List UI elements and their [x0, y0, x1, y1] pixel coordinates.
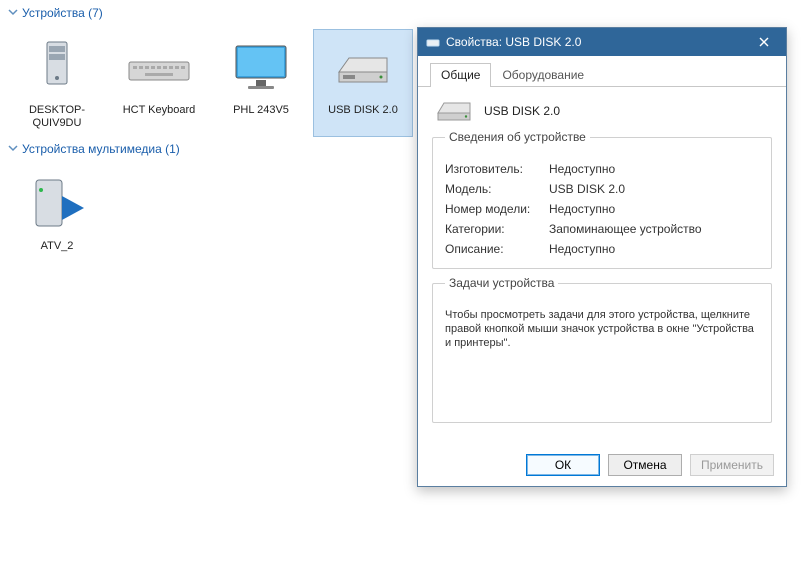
chevron-down-icon — [8, 6, 18, 20]
device-monitor[interactable]: PHL 243V5 — [212, 30, 310, 136]
section-devices-header[interactable]: Устройства (7) — [0, 0, 802, 24]
prop-key: Изготовитель: — [445, 162, 549, 176]
device-label: PHL 243V5 — [212, 104, 310, 117]
device-label: ATV_2 — [8, 240, 106, 253]
device-label: USB DISK 2.0 — [314, 104, 412, 117]
apply-button[interactable]: Применить — [690, 454, 774, 476]
close-button[interactable] — [742, 28, 786, 56]
device-tasks-legend: Задачи устройства — [445, 276, 558, 290]
device-pc[interactable]: DESKTOP-QUIV9DU — [8, 30, 106, 136]
dialog-title: Свойства: USB DISK 2.0 — [446, 35, 742, 49]
hard-drive-icon — [314, 36, 412, 100]
device-label: DESKTOP-QUIV9DU — [8, 104, 106, 130]
keyboard-icon — [110, 36, 208, 100]
pc-icon — [8, 36, 106, 100]
tab-general[interactable]: Общие — [430, 63, 491, 87]
prop-val: USB DISK 2.0 — [549, 182, 625, 196]
device-info-group: Сведения об устройстве Изготовитель:Недо… — [432, 137, 772, 269]
monitor-icon — [212, 36, 310, 100]
ok-button[interactable]: ОК — [526, 454, 600, 476]
prop-val: Недоступно — [549, 242, 615, 256]
close-icon — [759, 37, 769, 47]
prop-val: Недоступно — [549, 162, 615, 176]
device-tasks-group: Задачи устройства Чтобы просмотреть зада… — [432, 283, 772, 423]
device-info-legend: Сведения об устройстве — [445, 130, 590, 144]
prop-key: Категории: — [445, 222, 549, 236]
hard-drive-icon — [436, 99, 472, 123]
device-tasks-text: Чтобы просмотреть задачи для этого устро… — [445, 308, 759, 350]
section-multimedia-title: Устройства мультимедиа (1) — [22, 142, 180, 156]
device-label: HCT Keyboard — [110, 104, 208, 117]
device-keyboard[interactable]: HCT Keyboard — [110, 30, 208, 136]
prop-val: Недоступно — [549, 202, 615, 216]
dialog-titlebar[interactable]: Свойства: USB DISK 2.0 — [418, 28, 786, 56]
chevron-down-icon — [8, 142, 18, 156]
properties-dialog: Свойства: USB DISK 2.0 Общие Оборудовани… — [417, 27, 787, 487]
dialog-device-name: USB DISK 2.0 — [484, 104, 560, 118]
device-usb-disk[interactable]: USB DISK 2.0 — [314, 30, 412, 136]
section-devices-title: Устройства (7) — [22, 6, 103, 20]
media-device-icon — [8, 172, 106, 236]
cancel-button[interactable]: Отмена — [608, 454, 682, 476]
prop-val: Запоминающее устройство — [549, 222, 702, 236]
dialog-tabs: Общие Оборудование — [418, 56, 786, 87]
device-media[interactable]: ATV_2 — [8, 166, 106, 259]
prop-key: Номер модели: — [445, 202, 549, 216]
tab-hardware[interactable]: Оборудование — [491, 63, 595, 87]
hard-drive-icon — [426, 36, 440, 48]
prop-key: Модель: — [445, 182, 549, 196]
prop-key: Описание: — [445, 242, 549, 256]
